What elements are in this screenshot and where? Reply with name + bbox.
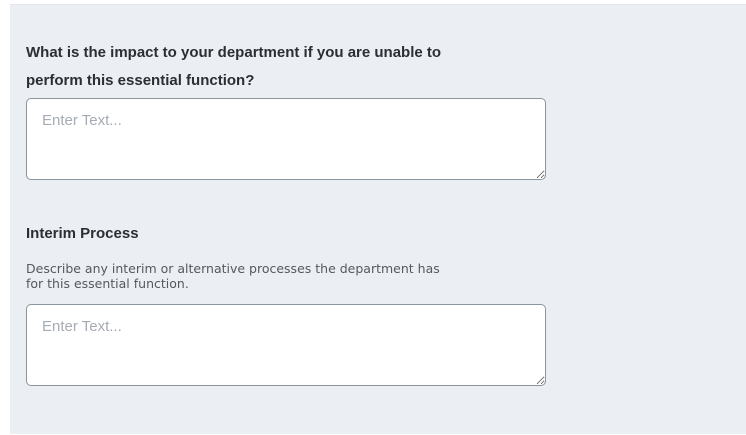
interim-process-description: Describe any interim or alternative proc… bbox=[26, 261, 440, 291]
interim-process-heading: Interim Process bbox=[26, 225, 139, 242]
impact-text-input[interactable] bbox=[26, 98, 546, 180]
form-panel: What is the impact to your department if… bbox=[10, 4, 746, 434]
impact-textarea-container bbox=[26, 98, 546, 180]
interim-textarea-container bbox=[26, 304, 546, 386]
impact-question-label: What is the impact to your department if… bbox=[26, 44, 442, 89]
interim-process-text-input[interactable] bbox=[26, 304, 546, 386]
